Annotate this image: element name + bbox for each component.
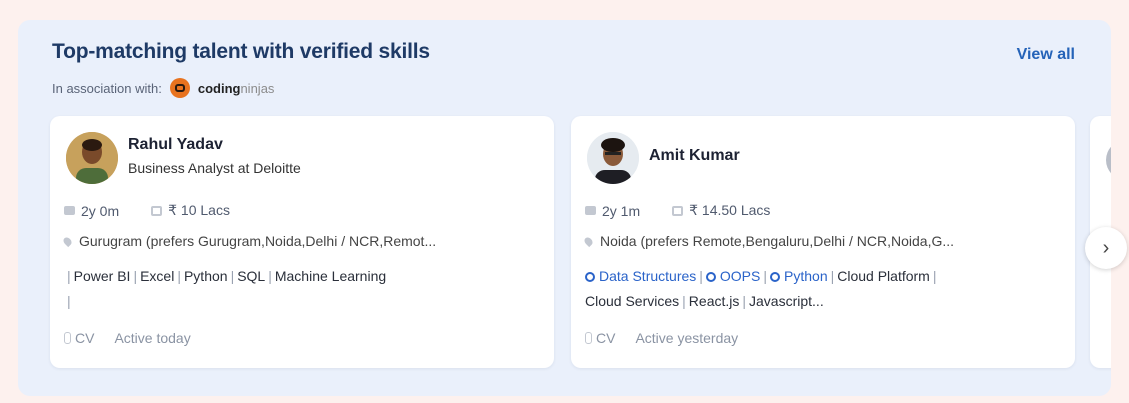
verified-skill: Python [784, 268, 828, 284]
skill: Cloud Platform [837, 268, 930, 284]
talent-section: Top-matching talent with verified skills… [18, 20, 1111, 396]
cv-label[interactable]: CV [596, 330, 615, 346]
location-text: Noida (prefers Remote,Bengaluru,Delhi / … [600, 233, 955, 249]
badge-icon [770, 272, 781, 282]
skill: Python [183, 268, 228, 284]
paperclip-icon [64, 332, 71, 344]
badge-icon [705, 272, 716, 282]
codingninjas-logo-icon [169, 78, 190, 98]
candidate-meta: 2y 0m ₹ 10 Lacs [64, 202, 230, 219]
salary: ₹ 10 Lacs [168, 202, 230, 218]
candidate-role: Business Analyst at Deloitte [128, 160, 301, 176]
location-text: Gurugram (prefers Gurugram,Noida,Delhi /… [79, 233, 437, 249]
candidate-name[interactable]: Rahul Yadav [128, 136, 223, 154]
chevron-right-icon: › [1102, 236, 1110, 259]
card-footer: CV Active yesterday [585, 330, 738, 346]
activity-status: Active today [114, 330, 191, 346]
candidate-meta: 2y 1m ₹ 14.50 Lacs [585, 202, 770, 219]
candidate-name[interactable]: Amit Kumar [649, 147, 740, 165]
skill: Machine Learning [274, 268, 387, 284]
verified-skill: Data Structures [599, 268, 697, 284]
skills-list: | Power BI | Excel | Python | SQL | Machine Learn… [67, 268, 387, 309]
wallet-icon [672, 205, 684, 216]
avatar [66, 132, 118, 184]
skill: Excel [140, 268, 175, 284]
section-title: Top-matching talent with verified skills [52, 40, 430, 63]
brand-name: codingninjas [197, 80, 275, 96]
skill: Cloud Services [585, 293, 680, 309]
experience: 2y 1m [602, 202, 641, 219]
badge-icon [585, 272, 595, 282]
map-pin-icon [582, 235, 595, 247]
candidate-card[interactable]: Rahul Yadav Business Analyst at Deloitte… [50, 116, 554, 368]
skill: SQL [237, 268, 266, 284]
card-footer: CV Active today [64, 330, 191, 346]
skill: React.js [688, 293, 740, 309]
skill: Power BI [73, 268, 131, 284]
avatar [587, 132, 639, 184]
location: Gurugram (prefers Gurugram,Noida,Delhi /… [61, 233, 437, 249]
paperclip-icon [585, 332, 592, 344]
experience: 2y 0m [81, 202, 120, 219]
wallet-icon [151, 205, 163, 216]
salary: ₹ 14.50 Lacs [689, 202, 771, 218]
briefcase-icon [64, 206, 75, 215]
skills-list: Data Structures | OOPS | Python | Cloud Platfo… [585, 268, 937, 309]
cv-label[interactable]: CV [75, 330, 94, 346]
association-line: In association with: codingninjas [52, 78, 274, 98]
carousel-next-button[interactable]: › [1085, 227, 1127, 269]
map-pin-icon [61, 235, 74, 247]
briefcase-icon [585, 206, 596, 215]
skill: Javascript... [749, 293, 824, 309]
candidate-card[interactable]: Amit Kumar 2y 1m ₹ 14.50 Lacs Noida (pre… [571, 116, 1075, 368]
view-all-link[interactable]: View all [1017, 46, 1075, 64]
activity-status: Active yesterday [635, 330, 739, 346]
verified-skill: OOPS [719, 268, 761, 284]
association-label: In association with: [52, 80, 162, 96]
location: Noida (prefers Remote,Bengaluru,Delhi / … [582, 233, 955, 249]
avatar [1106, 140, 1111, 180]
